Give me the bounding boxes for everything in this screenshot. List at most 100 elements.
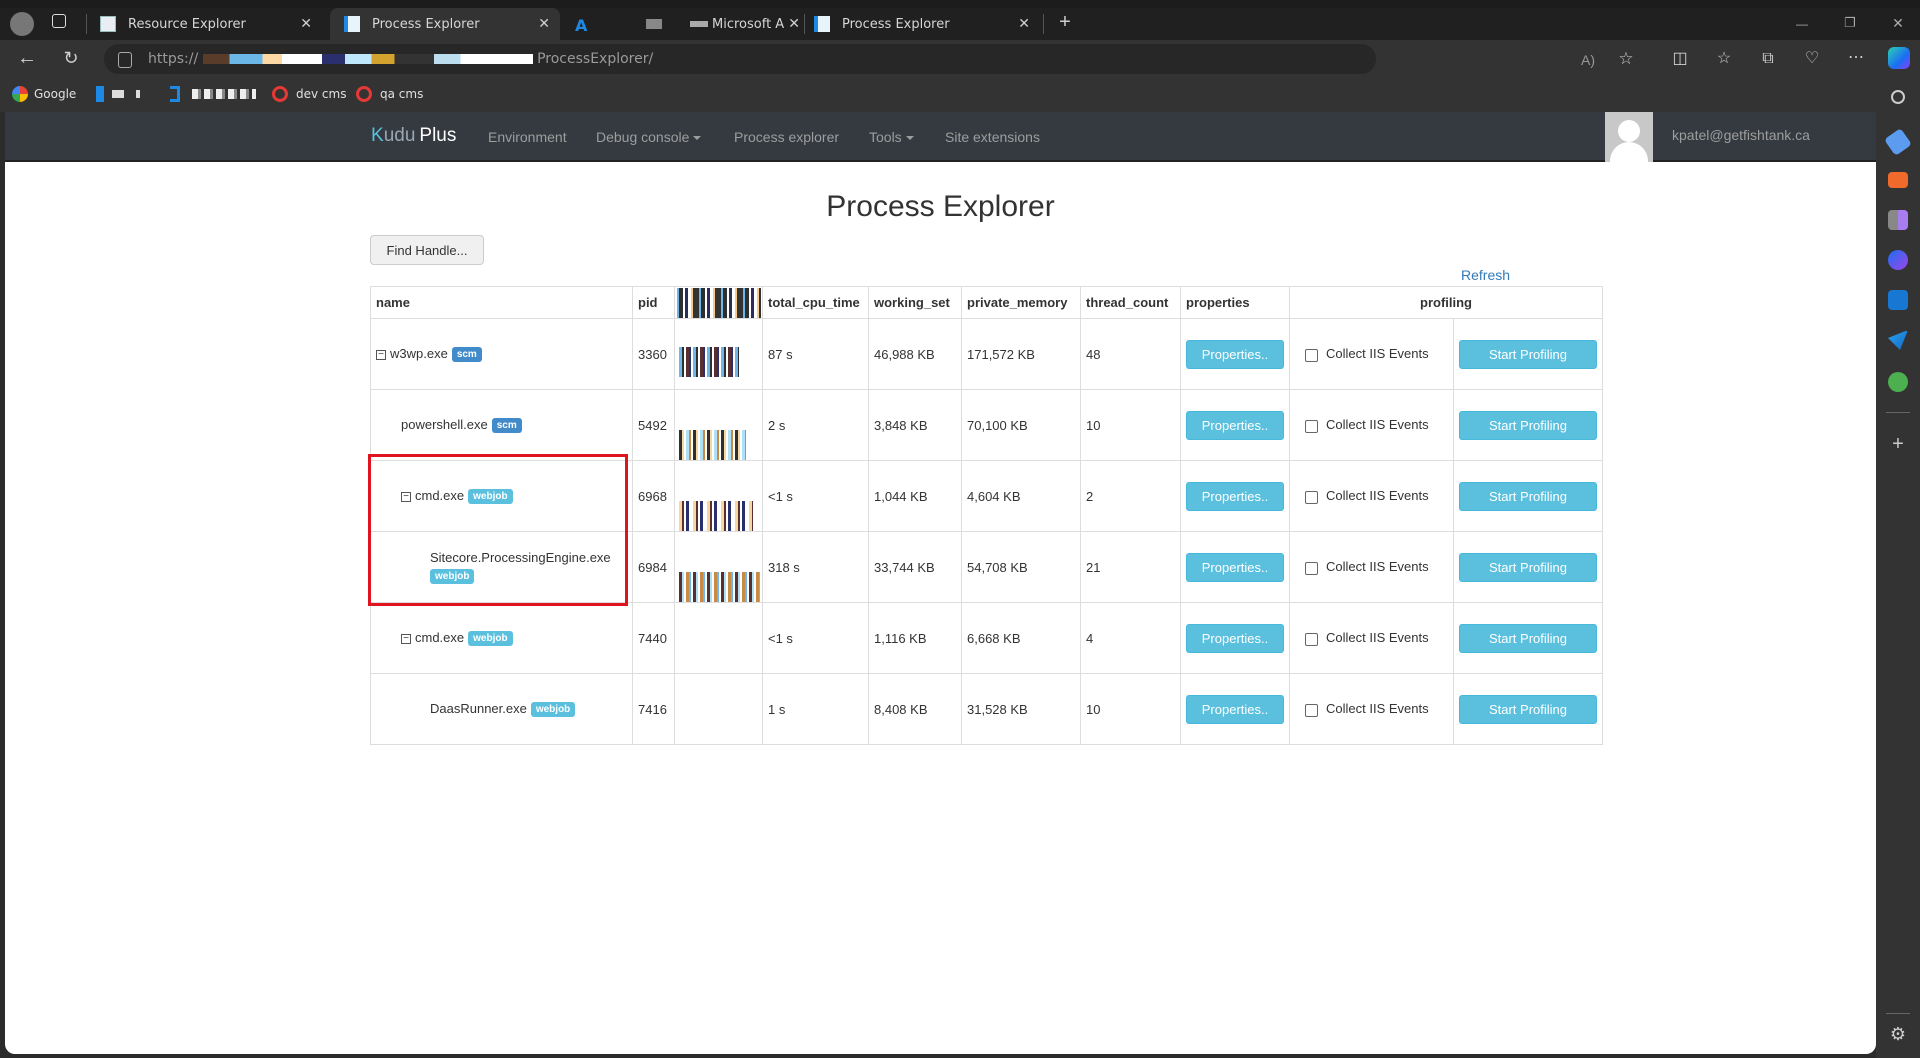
collect-iis-checkbox[interactable] <box>1305 490 1318 504</box>
outlook-icon[interactable] <box>1888 290 1908 310</box>
properties-button[interactable]: Properties.. <box>1186 339 1284 369</box>
search-icon[interactable] <box>1891 90 1905 104</box>
thread-count-cell: 2 <box>1080 460 1181 532</box>
tab-actions-icon[interactable] <box>52 14 66 28</box>
col-private-memory[interactable]: private_memory <box>961 286 1081 319</box>
collect-iis-checkbox[interactable] <box>1305 561 1318 575</box>
collections-icon[interactable]: ⧉ <box>1758 49 1778 69</box>
collect-iis-label[interactable]: Collect IIS Events <box>1326 488 1429 503</box>
tab-microsoft[interactable]: Microsoft A ✕ <box>690 8 800 40</box>
user-avatar[interactable] <box>1605 112 1653 162</box>
thread-count-cell: 10 <box>1080 673 1181 745</box>
bookmark-dev-cms[interactable]: dev cms <box>272 86 346 102</box>
nav-tools[interactable]: Tools <box>869 129 914 145</box>
profiling-cell: Start Profiling <box>1453 389 1603 461</box>
collect-iis-label[interactable]: Collect IIS Events <box>1326 559 1429 574</box>
process-name[interactable]: powershell.exe <box>401 417 488 432</box>
bookmark-qa-cms[interactable]: qa cms <box>356 86 423 102</box>
collect-iis-label[interactable]: Collect IIS Events <box>1326 417 1429 432</box>
properties-button[interactable]: Properties.. <box>1186 694 1284 724</box>
start-profiling-button[interactable]: Start Profiling <box>1459 552 1597 582</box>
minimize-button[interactable]: — <box>1792 14 1812 34</box>
start-profiling-button[interactable]: Start Profiling <box>1459 410 1597 440</box>
favorite-star-icon[interactable]: ☆ <box>1616 49 1636 69</box>
tab-label: Process Explorer <box>842 16 950 32</box>
start-profiling-button[interactable]: Start Profiling <box>1459 481 1597 511</box>
process-name[interactable]: w3wp.exe <box>390 346 448 361</box>
settings-icon[interactable]: ⚙ <box>1888 1024 1908 1044</box>
start-profiling-button[interactable]: Start Profiling <box>1459 623 1597 653</box>
favorites-icon[interactable]: ☆ <box>1714 49 1734 69</box>
toolbox-icon[interactable] <box>1888 172 1908 188</box>
process-name[interactable]: cmd.exe <box>415 630 464 645</box>
tab-generic[interactable] <box>646 8 686 40</box>
reload-icon[interactable]: ↻ <box>60 48 82 68</box>
profile-avatar-icon[interactable] <box>10 12 34 36</box>
collapse-toggle-icon[interactable]: − <box>401 491 411 502</box>
redacted-strip <box>679 347 739 377</box>
user-email[interactable]: kpatel@getfishtank.ca <box>1672 127 1810 143</box>
add-icon[interactable]: + <box>1888 434 1908 454</box>
properties-button[interactable]: Properties.. <box>1186 552 1284 582</box>
browser-health-icon[interactable]: ♡ <box>1802 49 1822 69</box>
properties-button[interactable]: Properties.. <box>1186 410 1284 440</box>
collect-iis-checkbox[interactable] <box>1305 632 1318 646</box>
process-type-badge: webjob <box>468 631 513 647</box>
copilot-app-icon[interactable] <box>1888 250 1908 270</box>
collect-iis-checkbox[interactable] <box>1305 348 1318 362</box>
restore-button[interactable]: ❐ <box>1840 13 1860 33</box>
col-pid[interactable]: pid <box>632 286 675 319</box>
close-tab-icon[interactable]: ✕ <box>1018 16 1030 32</box>
col-total-cpu-time[interactable]: total_cpu_time <box>762 286 869 319</box>
col-profiling: profiling <box>1289 286 1603 319</box>
collapse-toggle-icon[interactable]: − <box>401 633 411 644</box>
tree-icon[interactable] <box>1888 372 1908 392</box>
start-profiling-button[interactable]: Start Profiling <box>1459 694 1597 724</box>
tab-separator <box>1043 14 1044 34</box>
start-profiling-button[interactable]: Start Profiling <box>1459 339 1597 369</box>
collect-iis-label[interactable]: Collect IIS Events <box>1326 630 1429 645</box>
copilot-icon[interactable] <box>1888 47 1910 69</box>
col-thread-count[interactable]: thread_count <box>1080 286 1181 319</box>
read-aloud-icon[interactable]: A) <box>1578 50 1598 70</box>
properties-button[interactable]: Properties.. <box>1186 481 1284 511</box>
close-tab-icon[interactable]: ✕ <box>300 16 312 32</box>
redacted-cell <box>674 602 763 674</box>
url-text[interactable]: https:// ProcessExplorer/ <box>148 51 653 67</box>
nav-environment[interactable]: Environment <box>488 129 567 145</box>
col-name[interactable]: name <box>370 286 633 319</box>
process-name[interactable]: Sitecore.ProcessingEngine.exe <box>430 550 627 565</box>
process-name[interactable]: cmd.exe <box>415 488 464 503</box>
back-icon[interactable]: ← <box>16 48 38 68</box>
properties-button[interactable]: Properties.. <box>1186 623 1284 653</box>
tab-process-explorer-2[interactable]: Process Explorer ✕ <box>814 8 1040 40</box>
collect-iis-label[interactable]: Collect IIS Events <box>1326 346 1429 361</box>
kudu-brand[interactable]: Kudu Plus <box>371 125 456 147</box>
tab-process-explorer-active[interactable]: Process Explorer ✕ <box>330 8 560 40</box>
col-working-set[interactable]: working_set <box>868 286 962 319</box>
more-icon[interactable]: ⋯ <box>1846 48 1866 68</box>
collect-iis-checkbox[interactable] <box>1305 703 1318 717</box>
close-window-button[interactable]: ✕ <box>1888 13 1908 33</box>
close-tab-icon[interactable]: ✕ <box>788 16 800 32</box>
close-tab-icon[interactable]: ✕ <box>538 16 550 32</box>
tab-azure[interactable]: A <box>575 8 655 40</box>
process-name[interactable]: DaasRunner.exe <box>430 701 527 716</box>
bookmark-azure[interactable] <box>96 86 152 102</box>
tab-resource-explorer[interactable]: Resource Explorer ✕ <box>96 8 322 40</box>
new-tab-button[interactable]: + <box>1055 12 1075 32</box>
nav-debug-console[interactable]: Debug console <box>596 129 702 145</box>
collect-iis-label[interactable]: Collect IIS Events <box>1326 701 1429 716</box>
bookmark-bracket[interactable] <box>170 86 256 102</box>
chess-icon[interactable] <box>1888 210 1908 230</box>
nav-process-explorer[interactable]: Process explorer <box>734 129 839 145</box>
collapse-toggle-icon[interactable]: − <box>376 349 386 360</box>
bookmark-google[interactable]: Google <box>12 86 76 102</box>
split-screen-icon[interactable]: ◫ <box>1670 49 1690 69</box>
refresh-link[interactable]: Refresh <box>1461 267 1510 283</box>
find-handle-button[interactable]: Find Handle... <box>370 235 484 265</box>
profiling-cell: Start Profiling <box>1453 673 1603 745</box>
nav-site-extensions[interactable]: Site extensions <box>945 129 1040 145</box>
private-memory-cell: 31,528 KB <box>961 673 1081 745</box>
collect-iis-checkbox[interactable] <box>1305 419 1318 433</box>
